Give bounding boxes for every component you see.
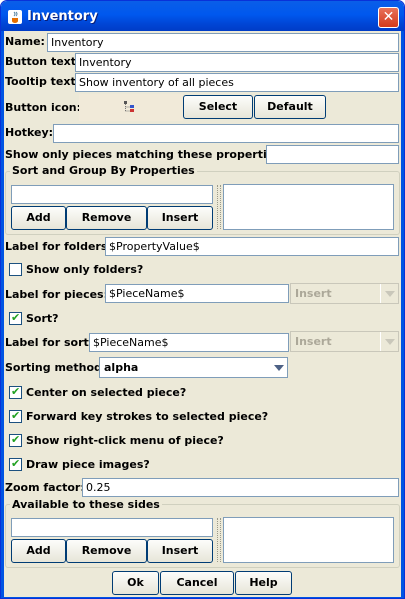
close-button[interactable]: ✕ <box>378 7 399 28</box>
sort-checkbox-label: Sort? <box>26 312 59 325</box>
draw-piece-images-label: Draw piece images? <box>26 458 150 471</box>
button-text-label: Button text: <box>5 55 81 68</box>
right-click-menu-checkbox[interactable] <box>9 433 22 447</box>
forward-keystrokes-checkbox[interactable] <box>9 409 22 423</box>
button-text-field[interactable]: Inventory <box>75 53 399 72</box>
sides-list[interactable] <box>223 517 394 563</box>
hotkey-field[interactable] <box>53 124 399 143</box>
zoom-factor-label: Zoom factor: <box>5 481 85 494</box>
sort-group-list[interactable] <box>223 184 394 230</box>
sort-insert-value: Insert <box>295 335 332 348</box>
tooltip-text-field[interactable]: Show inventory of all pieces <box>75 73 399 92</box>
sides-add-button[interactable]: Add <box>11 539 66 563</box>
tooltip-text-label: Tooltip text: <box>5 75 81 88</box>
sort-group-input[interactable] <box>11 185 213 204</box>
zoom-factor-field[interactable]: 0.25 <box>82 478 399 497</box>
sides-insert-button[interactable]: Insert <box>147 539 213 563</box>
sort-group-remove-button[interactable]: Remove <box>66 206 147 230</box>
right-click-menu-label: Show right-click menu of piece? <box>26 434 224 447</box>
filter-label: Show only pieces matching these properti… <box>5 148 286 161</box>
window-frame-left <box>1 31 4 598</box>
show-only-folders-checkbox[interactable] <box>9 263 22 276</box>
java-cup-icon <box>8 10 22 24</box>
chevron-down-icon[interactable] <box>269 358 287 377</box>
name-field[interactable]: Inventory <box>47 33 399 52</box>
name-label: Name: <box>5 35 45 48</box>
folders-field[interactable]: $PropertyValue$ <box>105 237 399 256</box>
hotkey-label: Hotkey: <box>5 126 54 139</box>
sides-splitter[interactable] <box>217 518 221 562</box>
sorting-method-select[interactable]: alpha <box>99 357 288 378</box>
filter-field[interactable] <box>266 145 399 164</box>
sorting-method-value: alpha <box>104 361 139 374</box>
cancel-button[interactable]: Cancel <box>160 571 234 595</box>
pieces-insert-value: Insert <box>295 287 332 300</box>
button-icon-label: Button icon: <box>5 101 82 114</box>
help-button[interactable]: Help <box>235 571 292 595</box>
sort-group-insert-button[interactable]: Insert <box>147 206 213 230</box>
sort-label-label: Label for sort: <box>5 336 94 349</box>
pieces-field[interactable]: $PieceName$ <box>105 284 289 303</box>
button-icon-preview <box>79 94 183 121</box>
pieces-insert-combo: Insert <box>290 283 399 304</box>
chevron-down-icon <box>380 332 398 351</box>
tree-node-icon <box>124 101 134 112</box>
sides-remove-button[interactable]: Remove <box>66 539 147 563</box>
folders-label: Label for folders: <box>5 240 112 253</box>
ok-button[interactable]: Ok <box>112 571 159 595</box>
pieces-label: Label for pieces: <box>5 288 108 301</box>
center-on-piece-checkbox[interactable] <box>9 385 22 399</box>
sort-group-splitter[interactable] <box>217 185 221 229</box>
default-icon-button[interactable]: Default <box>254 95 326 119</box>
sides-title: Available to these sides <box>10 498 162 511</box>
sides-input[interactable] <box>11 518 213 537</box>
window-title: Inventory <box>27 9 98 24</box>
show-only-folders-label: Show only folders? <box>26 263 144 276</box>
sort-checkbox[interactable] <box>9 311 22 325</box>
chevron-down-icon <box>380 284 398 303</box>
select-icon-button[interactable]: Select <box>183 95 253 119</box>
sort-label-field[interactable]: $PieceName$ <box>89 333 289 352</box>
window-frame-right <box>401 31 404 598</box>
center-on-piece-label: Center on selected piece? <box>26 386 187 399</box>
sort-group-add-button[interactable]: Add <box>11 206 66 230</box>
draw-piece-images-checkbox[interactable] <box>9 457 22 471</box>
inventory-dialog: Inventory ✕ Name: Inventory Button text:… <box>0 0 405 599</box>
sorting-method-label: Sorting method: <box>5 361 107 374</box>
sort-group-title: Sort and Group By Properties <box>10 164 197 177</box>
sort-insert-combo: Insert <box>290 331 399 352</box>
title-bar[interactable]: Inventory ✕ <box>1 1 404 31</box>
forward-keystrokes-label: Forward key strokes to selected piece? <box>26 410 269 423</box>
